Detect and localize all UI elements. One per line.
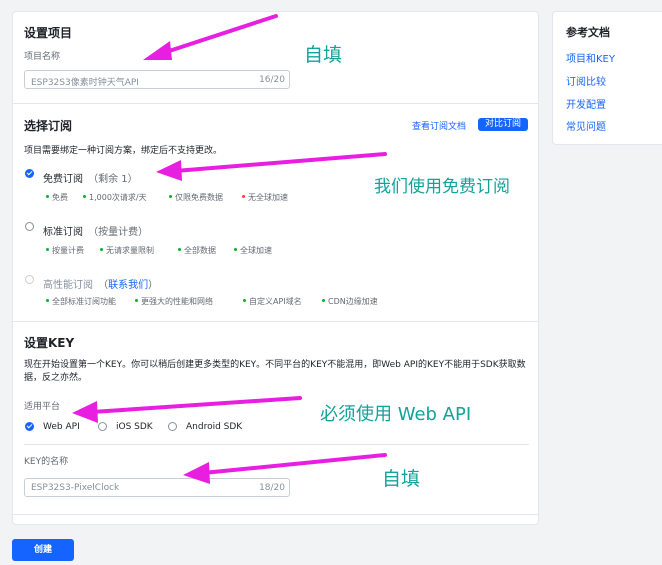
arrow-shaft <box>201 453 387 475</box>
annotation-use-free: 我们使用免费订阅 <box>374 177 510 197</box>
annotation-arrows <box>72 14 387 484</box>
arrow-head <box>183 462 210 484</box>
arrow-head <box>143 41 172 60</box>
annotation-fill-in-key: 自填 <box>382 468 421 490</box>
arrow-head <box>156 160 182 181</box>
annotation-must-web-api: 必须使用 Web API <box>320 404 472 425</box>
arrow-shaft <box>90 396 302 414</box>
arrow-head <box>72 401 98 423</box>
arrow-shaft <box>173 152 387 173</box>
annotation-fill-in-project: 自填 <box>304 44 343 66</box>
arrow-shaft <box>158 14 278 56</box>
